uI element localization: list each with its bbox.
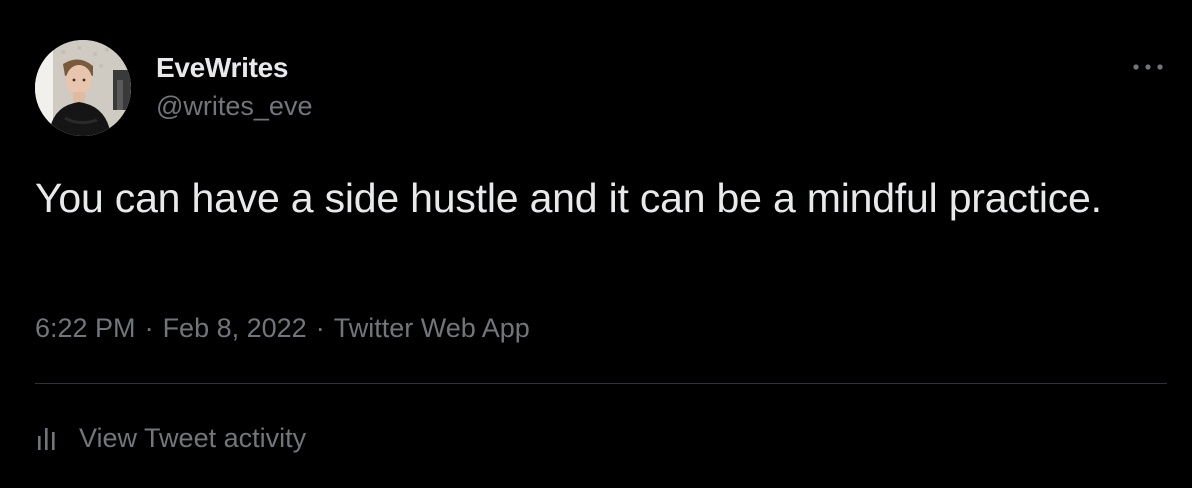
author-display-name[interactable]: EveWrites <box>156 52 288 84</box>
tweet-metadata: 6:22 PM · Feb 8, 2022 · Twitter Web App <box>35 313 530 344</box>
view-tweet-activity-button[interactable]: View Tweet activity <box>35 418 306 458</box>
tweet-source[interactable]: Twitter Web App <box>334 313 530 343</box>
author-handle[interactable]: @writes_eve <box>156 91 312 122</box>
tweet-card: EveWrites @writes_eve You can have a sid… <box>0 0 1192 488</box>
more-horizontal-icon <box>1133 64 1163 70</box>
meta-separator: · <box>144 313 154 343</box>
meta-separator: · <box>315 313 325 343</box>
tweet-text: You can have a side hustle and it can be… <box>35 175 1102 221</box>
more-options-button[interactable] <box>1128 52 1168 82</box>
view-tweet-activity-label: View Tweet activity <box>79 422 307 453</box>
divider <box>35 383 1167 384</box>
avatar-image <box>35 40 131 136</box>
avatar[interactable] <box>35 40 131 136</box>
analytics-icon <box>38 428 55 450</box>
tweet-time[interactable]: 6:22 PM <box>35 313 136 343</box>
tweet-date[interactable]: Feb 8, 2022 <box>163 313 307 343</box>
